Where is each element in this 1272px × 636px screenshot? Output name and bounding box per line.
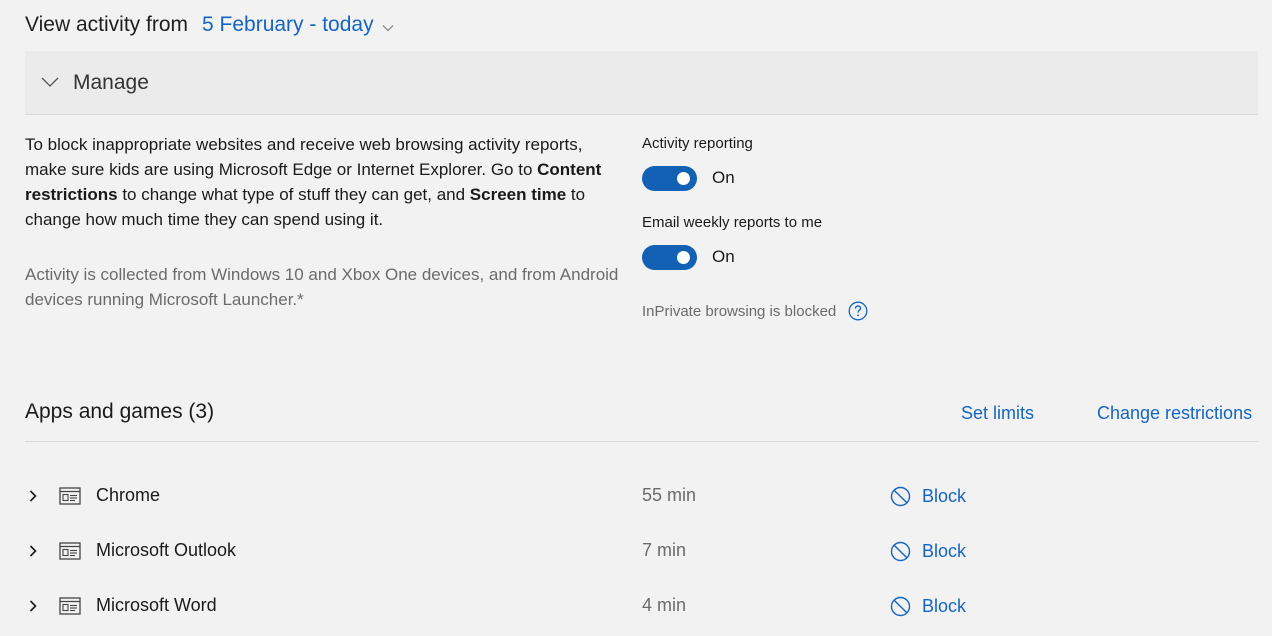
chevron-right-icon[interactable] (25, 598, 41, 614)
email-reports-setting: On (642, 244, 735, 270)
app-window-icon (59, 486, 81, 506)
app-name: Microsoft Word (96, 595, 217, 615)
toggle-knob (677, 171, 690, 185)
chevron-right-icon[interactable] (25, 488, 41, 504)
block-label: Block (922, 540, 967, 561)
chevron-right-icon[interactable] (25, 543, 41, 559)
chevron-down-icon (41, 74, 59, 92)
app-window-icon (59, 541, 81, 561)
chevron-down-icon (382, 14, 394, 38)
description-part2: to change what type of stuff they can ge… (117, 185, 470, 204)
app-window-icon (59, 596, 81, 616)
email-reports-state: On (712, 247, 735, 266)
email-reports-toggle[interactable] (642, 244, 697, 270)
block-icon (890, 486, 911, 506)
view-activity-header: View activity from 5 February - today (25, 10, 394, 40)
block-label: Block (922, 595, 967, 616)
block-icon (890, 596, 911, 616)
inprivate-text: InPrivate browsing is blocked (642, 302, 837, 320)
app-row-chrome: Chrome 55 min Block (25, 476, 1258, 516)
app-name: Chrome (96, 485, 161, 505)
description-part1: To block inappropriate websites and rece… (25, 135, 583, 179)
change-restrictions-link[interactable]: Change restrictions (1097, 403, 1252, 424)
app-row-microsoft-word: Microsoft Word 4 min Block (25, 586, 1258, 626)
app-row-microsoft-outlook: Microsoft Outlook 7 min Block (25, 531, 1258, 571)
manage-description: To block inappropriate websites and rece… (25, 132, 625, 232)
date-range-value: 5 February - today (202, 13, 374, 36)
block-button[interactable]: Block (890, 594, 966, 618)
manage-collapse-toggle[interactable]: Manage (25, 51, 1258, 115)
manage-title: Manage (73, 70, 149, 94)
activity-reporting-state: On (712, 168, 735, 187)
activity-reporting-label: Activity reporting (642, 135, 753, 152)
block-icon (890, 541, 911, 561)
set-limits-link[interactable]: Set limits (961, 403, 1034, 424)
app-usage-time: 4 min (642, 595, 687, 615)
email-reports-label: Email weekly reports to me (642, 214, 823, 231)
block-label: Block (922, 485, 967, 506)
block-button[interactable]: Block (890, 539, 966, 563)
block-button[interactable]: Block (890, 484, 966, 508)
apps-games-title: Apps and games (3) (25, 400, 215, 423)
question-help-icon[interactable] (848, 301, 868, 321)
activity-reporting-setting: On (642, 165, 735, 191)
activity-collection-note: Activity is collected from Windows 10 an… (25, 265, 619, 309)
app-usage-time: 55 min (642, 485, 697, 505)
screen-time-text: Screen time (469, 185, 567, 204)
inprivate-status: InPrivate browsing is blocked (642, 300, 868, 322)
date-range-dropdown[interactable]: 5 February - today (202, 12, 394, 38)
app-usage-time: 7 min (642, 540, 687, 560)
apps-divider (25, 441, 1258, 442)
toggle-knob (677, 250, 690, 264)
activity-reporting-toggle[interactable] (642, 165, 697, 191)
view-activity-label: View activity from (25, 13, 188, 36)
app-name: Microsoft Outlook (96, 540, 237, 560)
family-activity-page: View activity from 5 February - today Ma… (0, 0, 1272, 636)
